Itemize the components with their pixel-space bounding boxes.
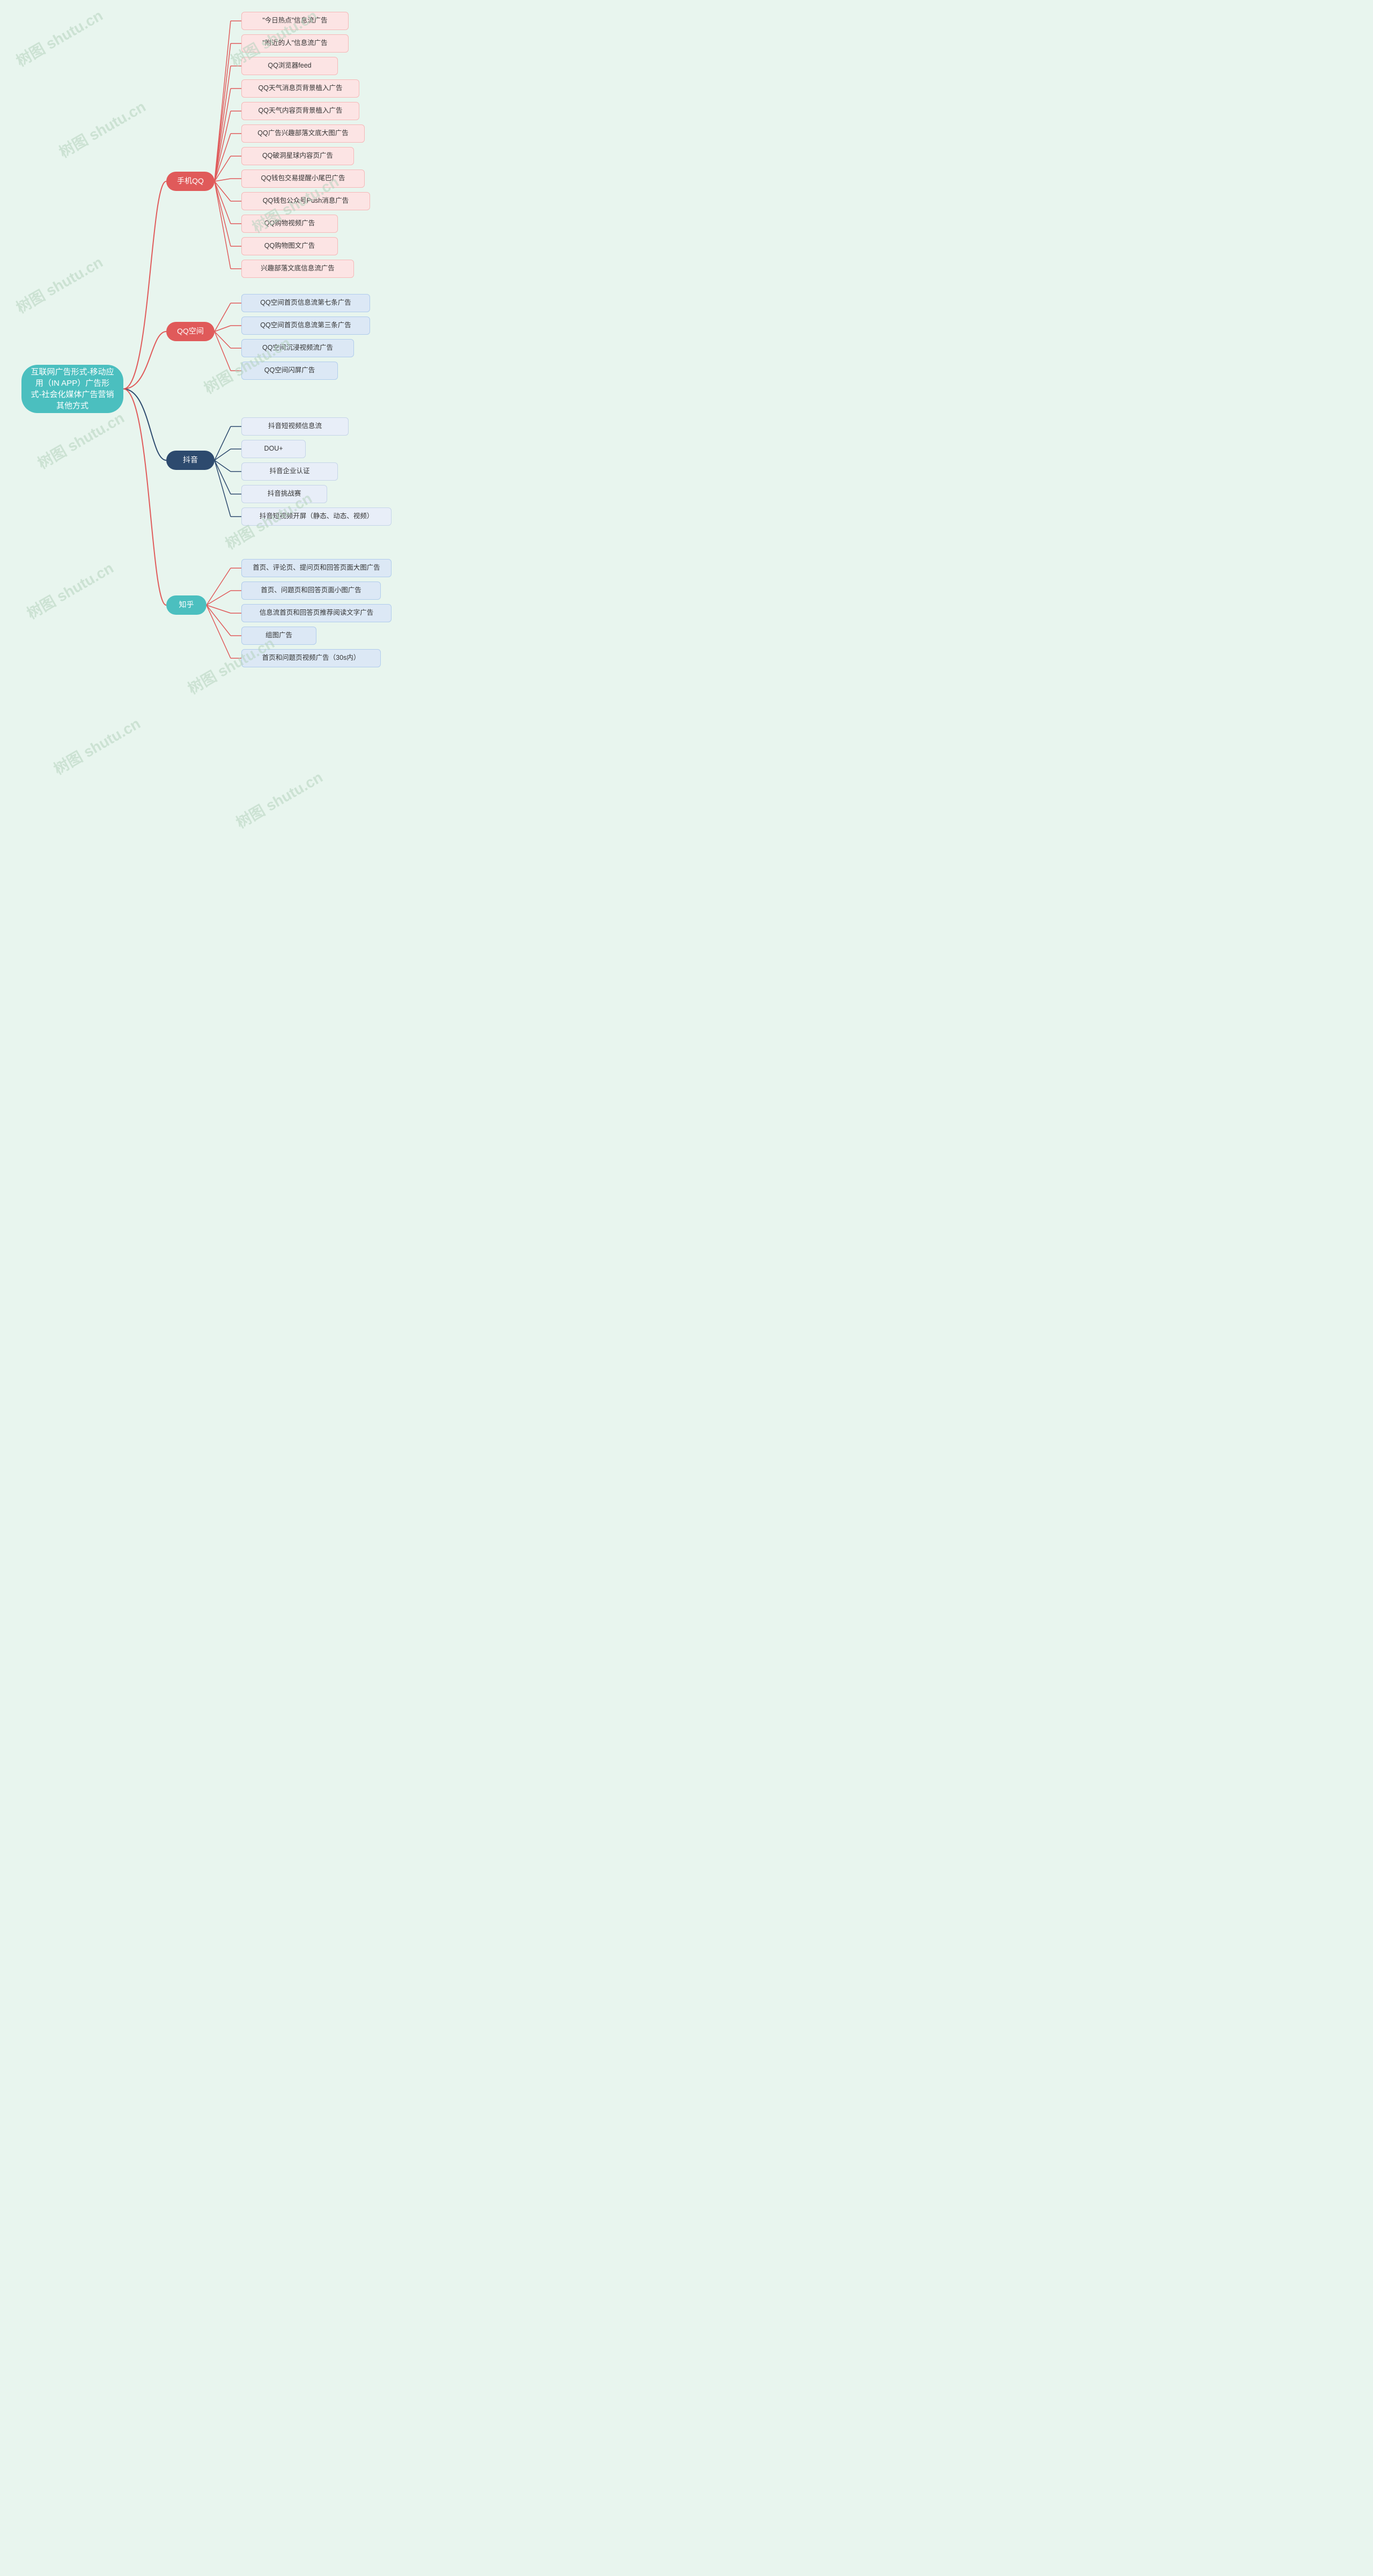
- leaf-douyin-2: DOU+: [241, 440, 306, 458]
- leaf-qq-12: 兴趣部落文底信息流广告: [241, 260, 354, 278]
- leaf-zhihu-3: 信息流首页和回答页推荐阅读文字广告: [241, 604, 392, 622]
- branch-zhihu: 知乎: [166, 595, 206, 615]
- leaf-zhihu-2: 首页、问题页和回答页面小图广告: [241, 582, 381, 600]
- leaf-zhihu-4: 组图广告: [241, 627, 316, 645]
- watermark-3: 树图 shutu.cn: [55, 95, 149, 163]
- leaf-qq-3: QQ浏览器feed: [241, 57, 338, 75]
- leaf-qq-5: QQ天气内容页背景植入广告: [241, 102, 359, 120]
- root-node: 互联网广告形式-移动应用（IN APP）广告形式-社会化媒体广告营销其他方式: [21, 365, 123, 413]
- watermark-9: 树图 shutu.cn: [23, 557, 117, 624]
- watermark-11: 树图 shutu.cn: [49, 712, 144, 779]
- leaf-zhihu-1: 首页、评论页、提问页和回答页面大图广告: [241, 559, 392, 577]
- branch-douyin: 抖音: [166, 451, 215, 470]
- leaf-space-4: QQ空间闪屏广告: [241, 362, 338, 380]
- leaf-space-1: QQ空间首页信息流第七条广告: [241, 294, 370, 312]
- leaf-douyin-3: 抖音企业认证: [241, 462, 338, 481]
- leaf-space-2: QQ空间首页信息流第三条广告: [241, 317, 370, 335]
- watermark-1: 树图 shutu.cn: [12, 4, 106, 71]
- leaf-qq-7: QQ破洞星球内容页广告: [241, 147, 354, 165]
- leaf-douyin-4: 抖音挑战赛: [241, 485, 327, 503]
- leaf-douyin-1: 抖音短视频信息流: [241, 417, 349, 436]
- watermark-5: 树图 shutu.cn: [12, 251, 106, 318]
- leaf-qq-9: QQ钱包公众号Push消息广告: [241, 192, 370, 210]
- leaf-qq-11: QQ购物图文广告: [241, 237, 338, 255]
- leaf-douyin-5: 抖音短视频开屏（静态、动态、视频）: [241, 507, 392, 526]
- leaf-zhihu-5: 首页和问题页视频广告（30s内）: [241, 649, 381, 667]
- leaf-qq-2: "附近的人"信息流广告: [241, 34, 349, 53]
- mind-map: 树图 shutu.cn 树图 shutu.cn 树图 shutu.cn 树图 s…: [0, 0, 440, 826]
- watermark-12: 树图 shutu.cn: [232, 766, 326, 833]
- branch-mobile-qq: 手机QQ: [166, 172, 215, 191]
- leaf-qq-10: QQ购物视频广告: [241, 215, 338, 233]
- branch-qq-space: QQ空间: [166, 322, 215, 341]
- connections-svg: [0, 0, 440, 826]
- leaf-qq-8: QQ钱包交易提醒小尾巴广告: [241, 170, 365, 188]
- leaf-qq-6: QQ广告兴趣部落文底大图广告: [241, 124, 365, 143]
- leaf-qq-4: QQ天气消息页背景植入广告: [241, 79, 359, 98]
- leaf-qq-1: "今日热点"信息流广告: [241, 12, 349, 30]
- watermark-7: 树图 shutu.cn: [33, 407, 128, 474]
- leaf-space-3: QQ空间沉浸视频流广告: [241, 339, 354, 357]
